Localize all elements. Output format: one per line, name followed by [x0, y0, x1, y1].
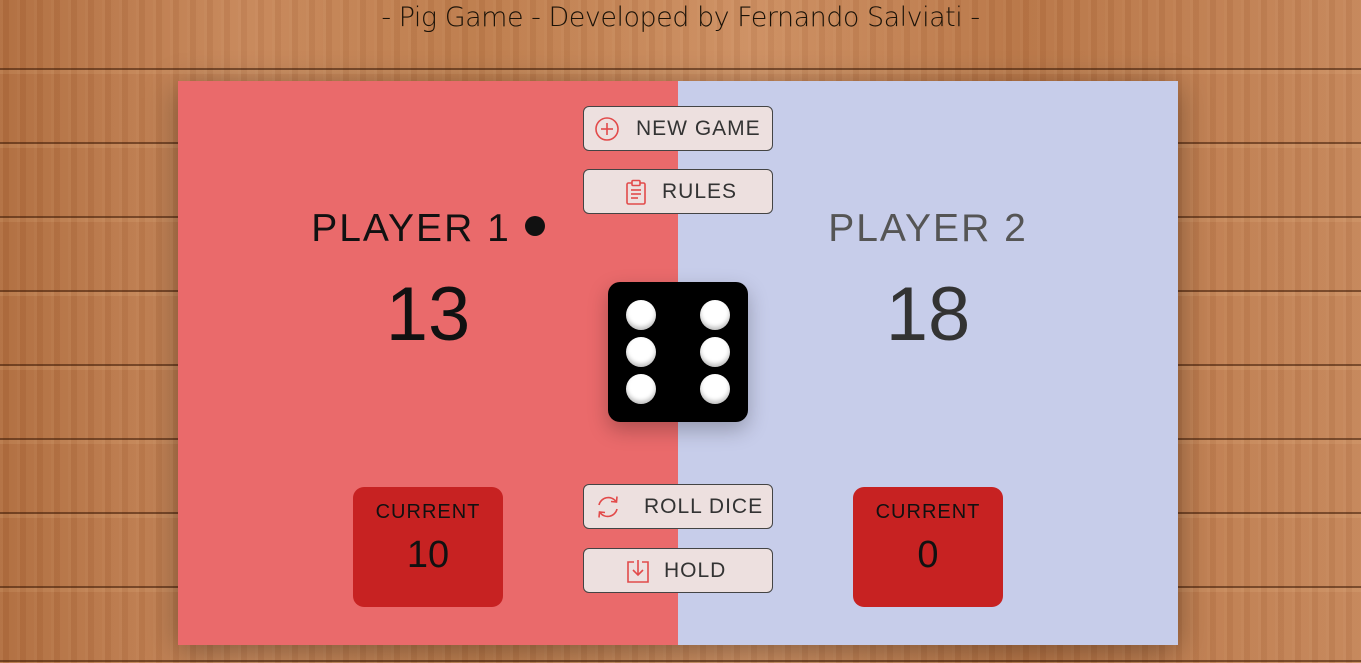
active-player-indicator [524, 215, 545, 236]
dice-pip [626, 337, 656, 367]
dice-pip [626, 300, 656, 330]
plus-circle-icon [593, 115, 621, 143]
dice-pip [700, 300, 730, 330]
new-game-button[interactable]: NEW GAME [583, 106, 773, 151]
dice [608, 282, 748, 422]
player-1-current-box: CURRENT 10 [353, 487, 503, 607]
hold-label: HOLD [664, 558, 727, 582]
player-1-current-label: CURRENT [375, 501, 481, 523]
rules-label: RULES [662, 179, 738, 203]
player-2-current-label: CURRENT [875, 501, 981, 523]
rules-button[interactable]: RULES [583, 169, 773, 214]
page-title: - Pig Game - Developed by Fernando Salvi… [381, 2, 980, 33]
dice-pip [626, 374, 656, 404]
player-1-name: PLAYER 1 [311, 207, 511, 250]
player-2-score: 18 [885, 272, 971, 357]
player-2-current-box: CURRENT 0 [853, 487, 1003, 607]
player-1-current-score: 10 [406, 534, 450, 576]
dice-pip [700, 374, 730, 404]
roll-dice-button[interactable]: ROLL DICE [583, 484, 773, 529]
download-icon [624, 557, 652, 585]
roll-dice-label: ROLL DICE [644, 494, 764, 518]
refresh-icon [594, 493, 622, 521]
new-game-label: NEW GAME [636, 116, 761, 140]
hold-button[interactable]: HOLD [583, 548, 773, 593]
player-1-score: 13 [385, 272, 471, 357]
clipboard-icon [622, 178, 650, 206]
dice-pip [700, 337, 730, 367]
player-2-name: PLAYER 2 [828, 207, 1028, 250]
player-2-current-score: 0 [917, 534, 939, 576]
